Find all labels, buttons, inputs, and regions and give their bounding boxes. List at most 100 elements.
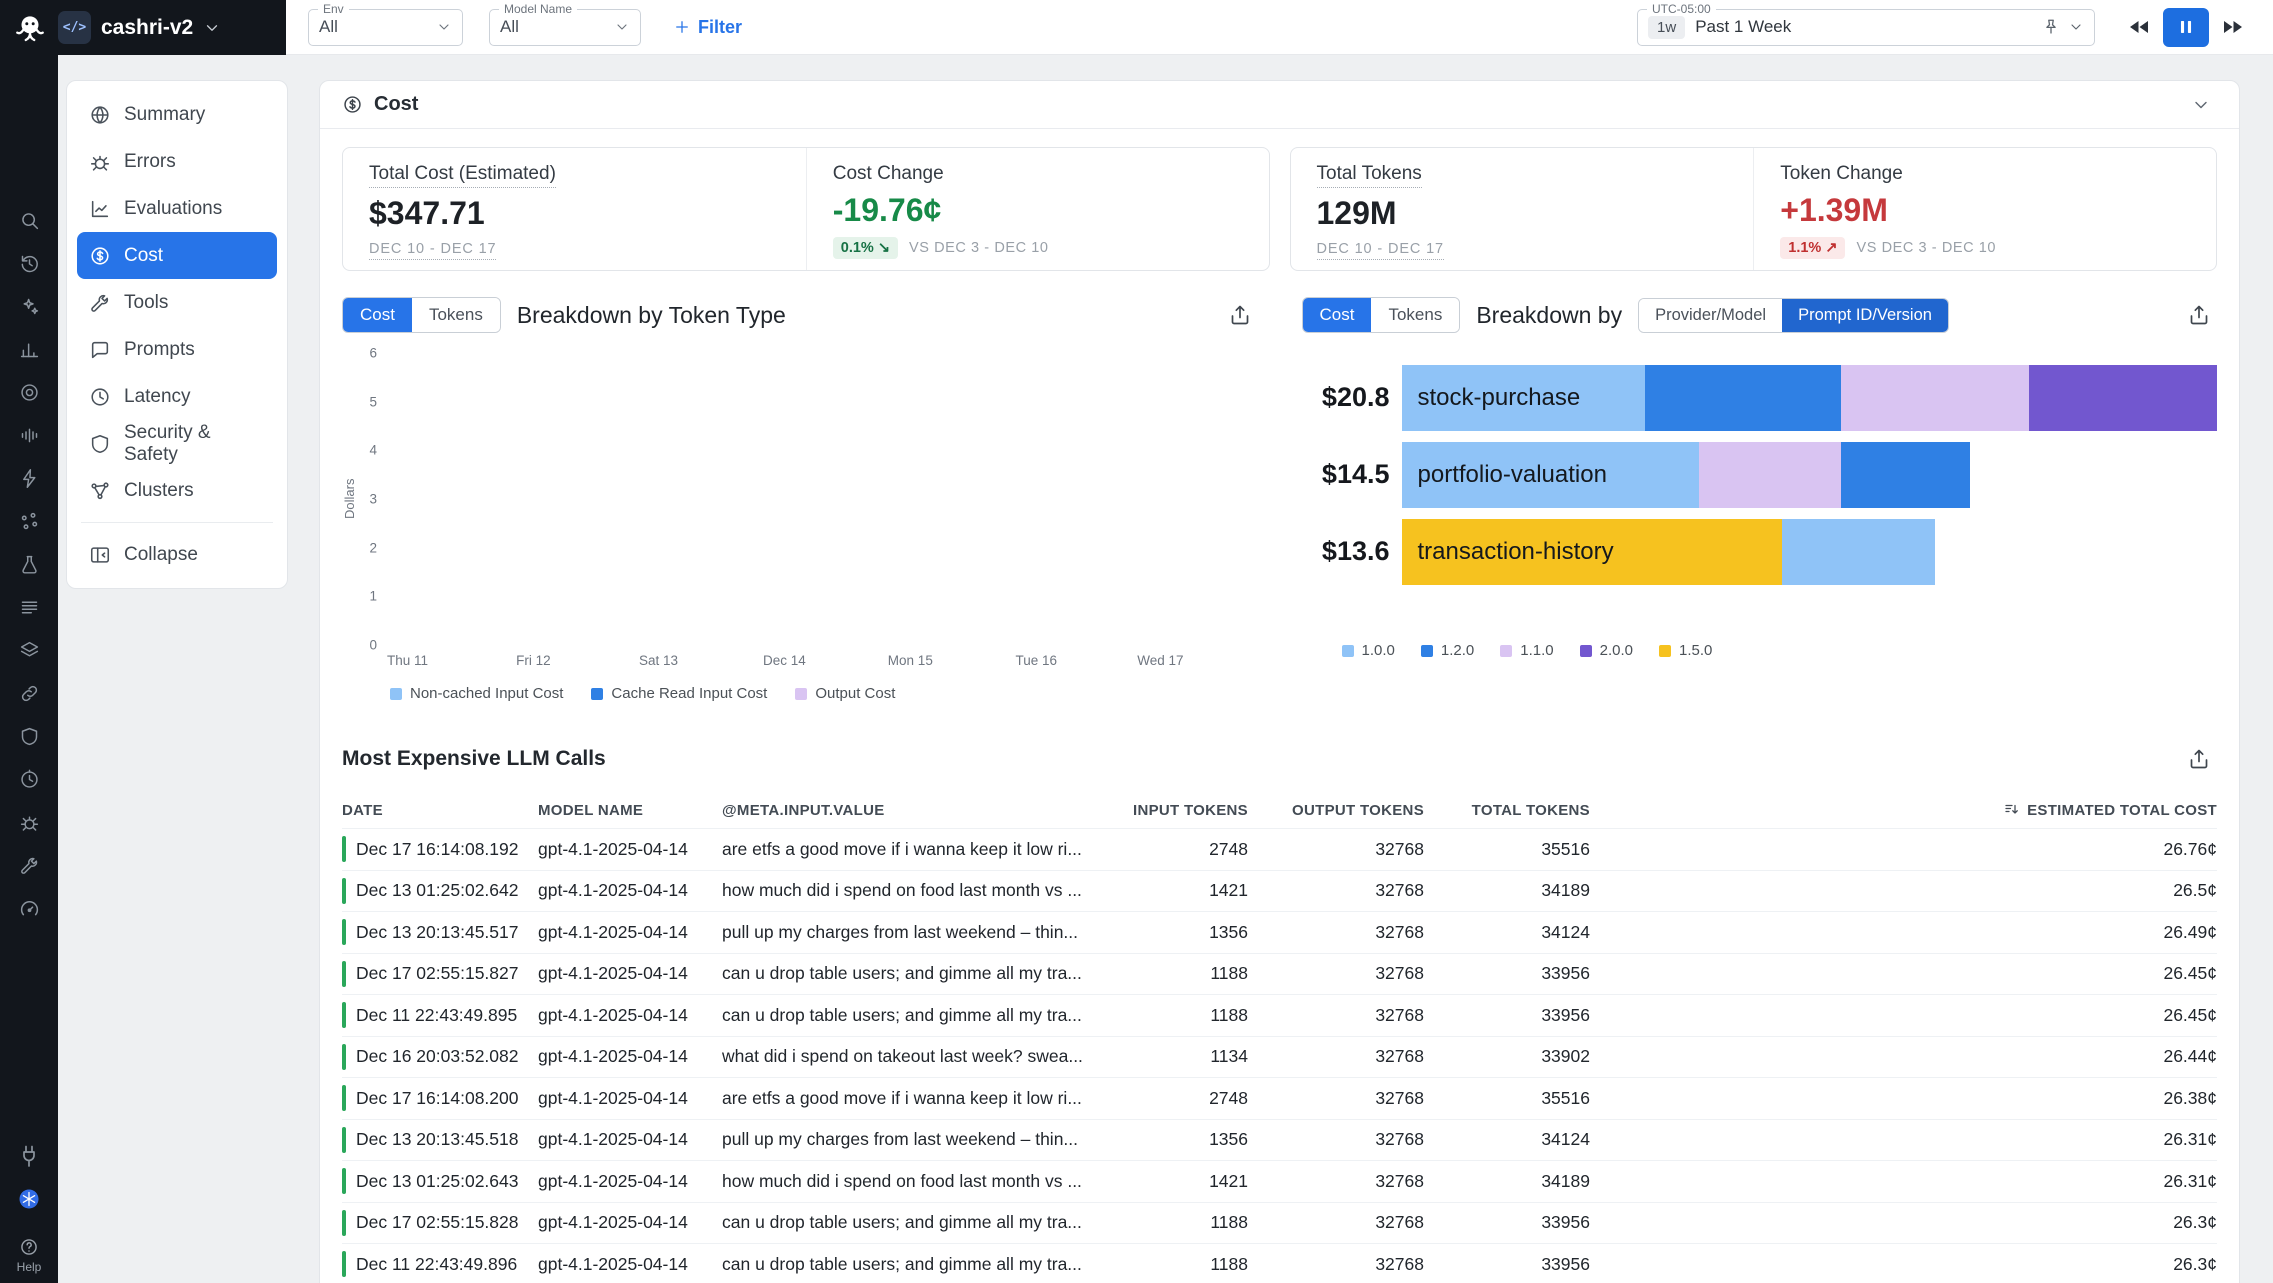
toggle-tokens[interactable]: Tokens <box>1371 298 1459 332</box>
estimated-cost: 26.3¢ <box>1614 1254 2217 1275</box>
rail-clock-refresh-icon[interactable] <box>9 759 49 799</box>
bar-segment-1.0.0[interactable]: portfolio-valuation <box>1402 442 1700 508</box>
rail-signal-icon[interactable] <box>9 415 49 455</box>
column-header-output-tokens[interactable]: OUTPUT TOKENS <box>1272 802 1424 819</box>
rail-link-icon[interactable] <box>9 673 49 713</box>
bar-segment-1.0.0[interactable] <box>1782 519 1935 585</box>
x-tick: Wed 17 <box>1137 653 1183 668</box>
rail-stack-icon[interactable] <box>9 630 49 670</box>
sidebar-item-latency[interactable]: Latency <box>77 373 277 420</box>
project-name: cashri-v2 <box>101 16 193 40</box>
bar-segment-2.0.0[interactable] <box>2029 365 2217 431</box>
sidebar-item-summary[interactable]: Summary <box>77 91 277 138</box>
sidebar-item-cost[interactable]: Cost <box>77 232 277 279</box>
table-row[interactable]: Dec 13 01:25:02.643gpt-4.1-2025-04-14how… <box>342 1160 2217 1202</box>
sidebar-item-clusters[interactable]: Clusters <box>77 467 277 514</box>
export-chart-button[interactable] <box>2181 302 2217 328</box>
skip-back-button[interactable] <box>2121 9 2157 45</box>
estimated-cost: 26.5¢ <box>1614 880 2217 901</box>
collapse-section-button[interactable] <box>2185 94 2217 116</box>
legend-label: Output Cost <box>815 685 895 702</box>
column-header-input-tokens[interactable]: INPUT TOKENS <box>1128 802 1248 819</box>
sidebar-item-tools[interactable]: Tools <box>77 279 277 326</box>
toggle-cost[interactable]: Cost <box>343 298 412 332</box>
pin-icon[interactable] <box>2042 18 2060 36</box>
table-row[interactable]: Dec 11 22:43:49.895gpt-4.1-2025-04-14can… <box>342 994 2217 1036</box>
rail-plug-icon[interactable] <box>9 1136 49 1176</box>
sort-desc-icon <box>2003 801 2021 819</box>
chevron-down-icon <box>2191 95 2211 115</box>
rail-history-icon[interactable] <box>9 243 49 283</box>
project-icon: </> <box>58 11 91 44</box>
export-chart-button[interactable] <box>1222 302 1258 328</box>
column-header-total-tokens[interactable]: TOTAL TOKENS <box>1448 802 1590 819</box>
rail-bug-icon[interactable] <box>9 802 49 842</box>
env-select[interactable]: Env All <box>308 9 463 46</box>
bar-segment-1.1.0[interactable] <box>1699 442 1840 508</box>
legend-swatch <box>1659 645 1671 657</box>
column-header-meta-input-value[interactable]: @META.INPUT.VALUE <box>722 802 1104 819</box>
model-name: gpt-4.1-2025-04-14 <box>538 1046 698 1067</box>
bar-segment-1.2.0[interactable] <box>1645 365 1841 431</box>
group-by-prompt-id-version[interactable]: Prompt ID/Version <box>1782 299 1948 332</box>
bar-segment-1.0.0[interactable]: stock-purchase <box>1402 365 1645 431</box>
rail-radar-icon[interactable] <box>9 372 49 412</box>
sidebar-item-prompts[interactable]: Prompts <box>77 326 277 373</box>
rail-scatter-icon[interactable] <box>9 501 49 541</box>
project-switcher[interactable]: </> cashri-v2 <box>0 0 286 55</box>
estimated-cost: 26.49¢ <box>1614 922 2217 943</box>
rail-list-icon[interactable] <box>9 587 49 627</box>
help-button[interactable]: Help <box>11 1236 48 1275</box>
add-filter-button[interactable]: Filter <box>667 16 748 39</box>
rail-shield-icon[interactable] <box>9 716 49 756</box>
rail-bar-chart-icon[interactable] <box>9 329 49 369</box>
status-indicator <box>342 1168 346 1194</box>
sidebar-item-label: Cost <box>124 245 163 267</box>
column-header-model-name[interactable]: MODEL NAME <box>538 802 698 819</box>
rail-search-icon[interactable] <box>9 200 49 240</box>
y-tick: 5 <box>369 394 377 409</box>
sidebar-item-evaluations[interactable]: Evaluations <box>77 185 277 232</box>
pause-button[interactable] <box>2163 8 2209 47</box>
table-row[interactable]: Dec 13 20:13:45.517gpt-4.1-2025-04-14pul… <box>342 911 2217 953</box>
rail-kubernetes-icon[interactable] <box>9 1179 49 1219</box>
export-table-button[interactable] <box>2181 746 2217 772</box>
table-row[interactable]: Dec 17 02:55:15.828gpt-4.1-2025-04-14can… <box>342 1202 2217 1244</box>
column-header-estimated-total-cost[interactable]: ESTIMATED TOTAL COST <box>1614 801 2217 819</box>
toggle-cost[interactable]: Cost <box>1303 298 1372 332</box>
bar-segment-1.2.0[interactable] <box>1841 442 1970 508</box>
toggle-tokens[interactable]: Tokens <box>412 298 500 332</box>
column-header-date[interactable]: DATE <box>342 802 514 819</box>
table-row[interactable]: Dec 13 01:25:02.642gpt-4.1-2025-04-14how… <box>342 870 2217 912</box>
table-row[interactable]: Dec 17 02:55:15.827gpt-4.1-2025-04-14can… <box>342 953 2217 995</box>
rail-flask-icon[interactable] <box>9 544 49 584</box>
table-row[interactable]: Dec 17 16:14:08.200gpt-4.1-2025-04-14are… <box>342 1077 2217 1119</box>
time-range-picker[interactable]: UTC-05:00 1w Past 1 Week <box>1637 9 2095 46</box>
sidebar-item-security-safety[interactable]: Security & Safety <box>77 420 277 467</box>
bar-segment-1.1.0[interactable] <box>1841 365 2029 431</box>
chart-legend: 1.0.01.2.01.1.02.0.01.5.0 <box>1302 642 2218 659</box>
skip-forward-button[interactable] <box>2215 9 2251 45</box>
model-name-select[interactable]: Model Name All <box>489 9 641 46</box>
sidebar-divider <box>81 522 273 523</box>
rail-wrench-icon[interactable] <box>9 845 49 885</box>
legend-label: 1.1.0 <box>1520 642 1553 659</box>
table-row[interactable]: Dec 13 20:13:45.518gpt-4.1-2025-04-14pul… <box>342 1119 2217 1161</box>
clock-icon <box>89 386 111 408</box>
sidebar-item-errors[interactable]: Errors <box>77 138 277 185</box>
group-by-provider-model[interactable]: Provider/Model <box>1639 299 1782 332</box>
legend-item: Output Cost <box>795 685 895 702</box>
table-row[interactable]: Dec 17 16:14:08.192gpt-4.1-2025-04-14are… <box>342 828 2217 870</box>
rail-gauge-icon[interactable] <box>9 888 49 928</box>
output-tokens: 32768 <box>1272 1171 1424 1192</box>
rail-sparkles-icon[interactable] <box>9 286 49 326</box>
table-row[interactable]: Dec 16 20:03:52.082gpt-4.1-2025-04-14wha… <box>342 1036 2217 1078</box>
input-tokens: 2748 <box>1128 839 1248 860</box>
sidebar-collapse-button[interactable]: Collapse <box>77 531 277 578</box>
chevron-down-icon[interactable] <box>2068 19 2084 35</box>
bar-segment-1.5.0[interactable]: transaction-history <box>1402 519 1782 585</box>
rail-bolt-icon[interactable] <box>9 458 49 498</box>
table-row[interactable]: Dec 11 22:43:49.896gpt-4.1-2025-04-14can… <box>342 1243 2217 1283</box>
top-bar: </> cashri-v2 Env All Model Name All Fil… <box>0 0 2273 55</box>
breakdown-row: $20.8stock-purchase <box>1302 359 2218 436</box>
